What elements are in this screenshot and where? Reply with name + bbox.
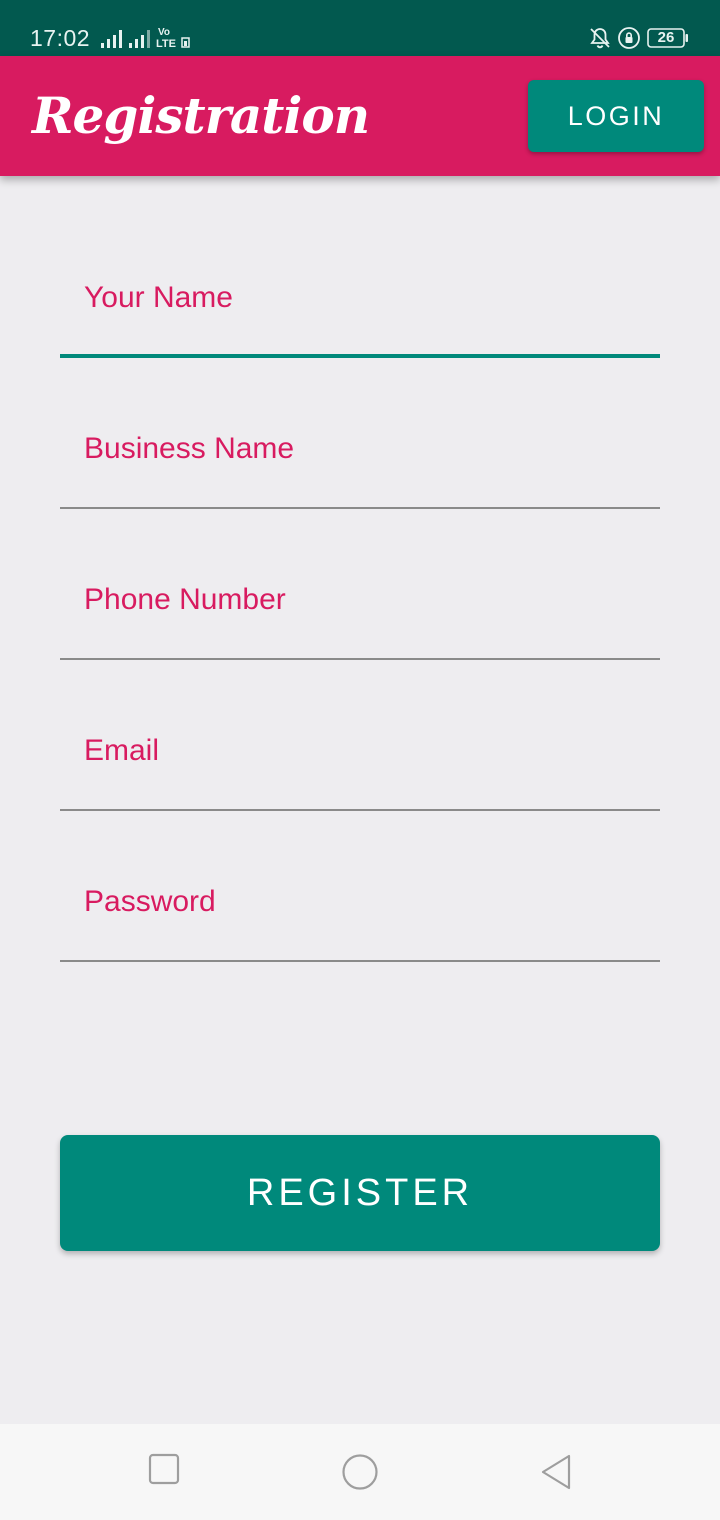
navigation-bar <box>0 1424 720 1520</box>
business-name-label: Business Name <box>84 432 295 465</box>
home-icon[interactable] <box>341 1453 379 1491</box>
password-label: Password <box>84 885 216 918</box>
phone-number-label: Phone Number <box>84 583 286 616</box>
your-name-field[interactable]: Your Name <box>60 258 660 358</box>
status-bar: 17:02 Vo LTE 26 <box>0 0 720 56</box>
signal-icon <box>101 30 122 48</box>
business-name-field[interactable]: Business Name <box>60 409 660 509</box>
phone-number-underline <box>60 658 660 660</box>
your-name-label: Your Name <box>84 281 233 314</box>
app-title: Registration <box>32 86 370 145</box>
volte-icon: Vo LTE <box>156 27 190 49</box>
notifications-muted-icon <box>590 28 610 49</box>
battery-level: 26 <box>657 29 675 46</box>
svg-text:Vo: Vo <box>158 27 170 38</box>
battery-icon: 26 <box>647 28 689 48</box>
your-name-underline <box>60 354 660 358</box>
email-underline <box>60 809 660 811</box>
email-field[interactable]: Email <box>60 711 660 811</box>
svg-text:LTE: LTE <box>156 38 176 49</box>
status-time: 17:02 <box>30 25 91 51</box>
register-button[interactable]: REGISTER <box>60 1135 660 1251</box>
login-button[interactable]: LOGIN <box>528 80 704 152</box>
phone-number-field[interactable]: Phone Number <box>60 560 660 660</box>
business-name-underline <box>60 507 660 509</box>
app-bar: Registration LOGIN <box>0 56 720 176</box>
back-icon[interactable] <box>538 1453 574 1491</box>
password-underline <box>60 960 660 962</box>
rotation-lock-icon <box>618 27 640 49</box>
email-label: Email <box>84 734 160 767</box>
password-field[interactable]: Password <box>60 862 660 962</box>
signal-icon <box>129 30 150 48</box>
recent-apps-icon[interactable] <box>147 1452 181 1486</box>
